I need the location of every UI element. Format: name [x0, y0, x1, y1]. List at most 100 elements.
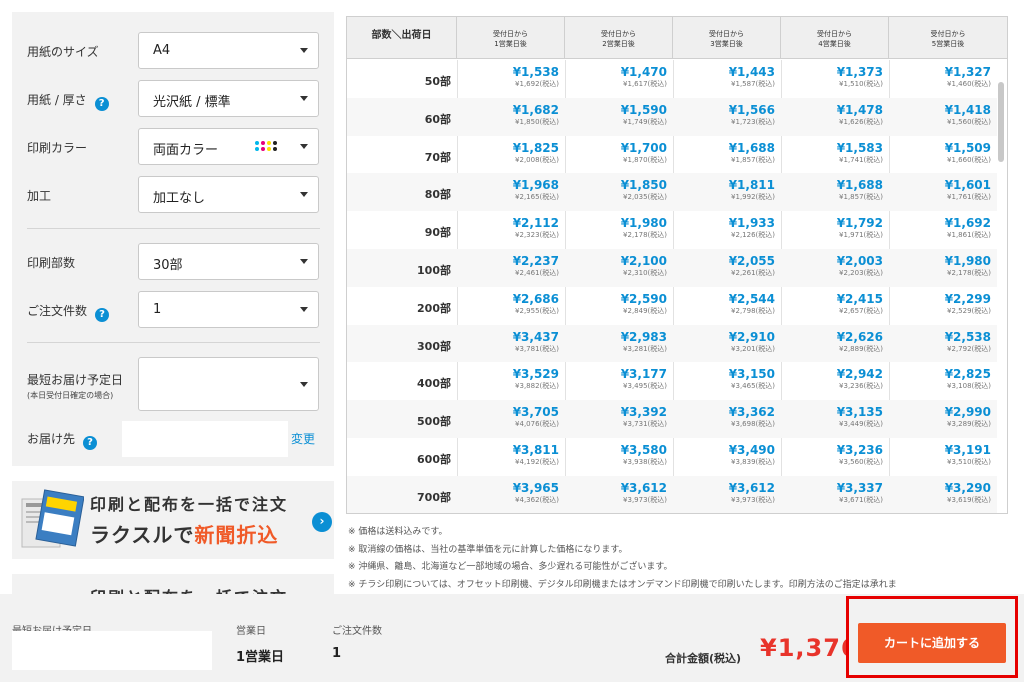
- price-value: ¥1,850: [620, 178, 667, 193]
- help-icon[interactable]: ?: [83, 436, 98, 450]
- print-color-select[interactable]: 両面カラー: [138, 128, 319, 165]
- price-cell[interactable]: ¥1,688 ¥1,857(税込): [781, 173, 889, 211]
- price-cell[interactable]: ¥3,705 ¥4,076(税込): [457, 400, 565, 438]
- price-cell[interactable]: ¥3,150 ¥3,465(税込): [673, 362, 781, 400]
- price-cell[interactable]: ¥2,825 ¥3,108(税込): [889, 362, 997, 400]
- price-cell[interactable]: ¥2,538 ¥2,792(税込): [889, 325, 997, 363]
- quantity-cell: 700部: [417, 490, 451, 504]
- price-tax-included: ¥3,289(税込): [947, 420, 991, 429]
- change-address-link[interactable]: 変更: [291, 430, 315, 447]
- price-cell[interactable]: ¥3,811 ¥4,192(税込): [457, 438, 565, 476]
- order-count-select[interactable]: 1: [138, 291, 319, 328]
- price-cell[interactable]: ¥2,590 ¥2,849(税込): [565, 287, 673, 325]
- banner-subtitle-prefix: ラクスルで: [90, 523, 195, 547]
- processing-select[interactable]: 加工なし: [138, 176, 319, 213]
- price-cell[interactable]: ¥2,112 ¥2,323(税込): [457, 211, 565, 249]
- price-cell[interactable]: ¥3,490 ¥3,839(税込): [673, 438, 781, 476]
- price-cell[interactable]: ¥2,990 ¥3,289(税込): [889, 400, 997, 438]
- earliest-delivery-select[interactable]: [138, 357, 319, 411]
- price-cell[interactable]: ¥3,612 ¥3,973(税込): [673, 476, 781, 513]
- price-cell[interactable]: ¥1,418 ¥1,560(税込): [889, 98, 997, 136]
- price-cell[interactable]: ¥3,191 ¥3,510(税込): [889, 438, 997, 476]
- price-cell[interactable]: ¥1,792 ¥1,971(税込): [781, 211, 889, 249]
- price-cell[interactable]: ¥2,910 ¥3,201(税込): [673, 325, 781, 363]
- price-cell[interactable]: ¥2,942 ¥3,236(税込): [781, 362, 889, 400]
- paper-type-label-text: 用紙 / 厚さ: [27, 93, 87, 107]
- table-row: 70部 ¥1,825 ¥2,008(税込) ¥1,700 ¥1,870(税込) ¥1,68…: [347, 136, 997, 174]
- price-cell[interactable]: ¥1,682 ¥1,850(税込): [457, 98, 565, 136]
- table-scrollbar[interactable]: [998, 82, 1004, 162]
- price-cell[interactable]: ¥1,470 ¥1,617(税込): [565, 60, 673, 98]
- price-tax-included: ¥2,261(税込): [731, 268, 775, 277]
- price-cell[interactable]: ¥2,299 ¥2,529(税込): [889, 287, 997, 325]
- copies-select[interactable]: 30部: [138, 243, 319, 280]
- price-cell[interactable]: ¥2,686 ¥2,955(税込): [457, 287, 565, 325]
- price-cell[interactable]: ¥2,003 ¥2,203(税込): [781, 249, 889, 287]
- price-cell[interactable]: ¥2,626 ¥2,889(税込): [781, 325, 889, 363]
- help-icon[interactable]: ?: [95, 308, 110, 322]
- price-cell[interactable]: ¥3,580 ¥3,938(税込): [565, 438, 673, 476]
- price-cell[interactable]: ¥2,100 ¥2,310(税込): [565, 249, 673, 287]
- price-cell[interactable]: ¥1,933 ¥2,126(税込): [673, 211, 781, 249]
- price-cell[interactable]: ¥3,362 ¥3,698(税込): [673, 400, 781, 438]
- price-tax-included: ¥3,201(税込): [731, 344, 775, 353]
- price-cell[interactable]: ¥1,700 ¥1,870(税込): [565, 136, 673, 174]
- price-value: ¥1,980: [944, 253, 991, 268]
- paper-type-value: 光沢紙 / 標準: [153, 95, 231, 110]
- price-cell[interactable]: ¥1,980 ¥2,178(税込): [565, 211, 673, 249]
- price-cell[interactable]: ¥3,290 ¥3,619(税込): [889, 476, 997, 513]
- price-cell[interactable]: ¥1,601 ¥1,761(税込): [889, 173, 997, 211]
- earliest-delivery-sublabel: (本日受付日確定の場合): [27, 391, 114, 400]
- price-tax-included: ¥3,731(税込): [623, 420, 667, 429]
- price-tax-included: ¥4,362(税込): [515, 495, 559, 504]
- price-cell[interactable]: ¥1,583 ¥1,741(税込): [781, 136, 889, 174]
- paper-type-select[interactable]: 光沢紙 / 標準: [138, 80, 319, 117]
- price-value: ¥2,686: [512, 291, 559, 306]
- add-to-cart-button[interactable]: カートに追加する: [858, 623, 1006, 663]
- paper-size-select[interactable]: A4: [138, 32, 319, 69]
- price-cell[interactable]: ¥1,327 ¥1,460(税込): [889, 60, 997, 98]
- price-cell[interactable]: ¥3,337 ¥3,671(税込): [781, 476, 889, 513]
- column-header: 受付日から 4営業日後: [781, 17, 889, 59]
- price-cell[interactable]: ¥1,478 ¥1,626(税込): [781, 98, 889, 136]
- price-cell[interactable]: ¥1,443 ¥1,587(税込): [673, 60, 781, 98]
- price-cell[interactable]: ¥3,177 ¥3,495(税込): [565, 362, 673, 400]
- price-cell[interactable]: ¥3,236 ¥3,560(税込): [781, 438, 889, 476]
- price-cell[interactable]: ¥1,980 ¥2,178(税込): [889, 249, 997, 287]
- processing-value: 加工なし: [153, 191, 206, 206]
- price-cell[interactable]: ¥1,509 ¥1,660(税込): [889, 136, 997, 174]
- price-cell[interactable]: ¥3,965 ¥4,362(税込): [457, 476, 565, 513]
- price-tax-included: ¥2,798(税込): [731, 306, 775, 315]
- column-header-line1: 受付日から: [493, 30, 528, 38]
- price-cell[interactable]: ¥2,415 ¥2,657(税込): [781, 287, 889, 325]
- price-cell[interactable]: ¥3,612 ¥3,973(税込): [565, 476, 673, 513]
- price-cell[interactable]: ¥1,692 ¥1,861(税込): [889, 211, 997, 249]
- price-tax-included: ¥1,861(税込): [947, 231, 991, 240]
- price-cell[interactable]: ¥3,135 ¥3,449(税込): [781, 400, 889, 438]
- quantity-cell: 50部: [424, 75, 451, 88]
- chevron-down-icon: [300, 96, 308, 101]
- price-value: ¥1,792: [836, 216, 883, 231]
- price-cell[interactable]: ¥1,968 ¥2,165(税込): [457, 173, 565, 211]
- price-cell[interactable]: ¥3,529 ¥3,882(税込): [457, 362, 565, 400]
- price-cell[interactable]: ¥1,566 ¥1,723(税込): [673, 98, 781, 136]
- price-cell[interactable]: ¥1,590 ¥1,749(税込): [565, 98, 673, 136]
- note-line: ※ 取消線の価格は、当社の基準単価を元に計算した価格になります。: [348, 544, 628, 555]
- price-tax-included: ¥1,587(税込): [731, 80, 775, 88]
- price-cell[interactable]: ¥1,825 ¥2,008(税込): [457, 136, 565, 174]
- price-cell[interactable]: ¥3,392 ¥3,731(税込): [565, 400, 673, 438]
- chevron-right-icon[interactable]: ›: [312, 512, 332, 532]
- price-cell[interactable]: ¥1,538 ¥1,692(税込): [457, 60, 565, 98]
- price-cell[interactable]: ¥1,811 ¥1,992(税込): [673, 173, 781, 211]
- price-cell[interactable]: ¥2,544 ¥2,798(税込): [673, 287, 781, 325]
- price-cell[interactable]: ¥2,983 ¥3,281(税込): [565, 325, 673, 363]
- newspaper-insert-banner[interactable]: 印刷と配布を一括で注文 ラクスルで新聞折込 ›: [12, 481, 334, 559]
- price-cell[interactable]: ¥3,437 ¥3,781(税込): [457, 325, 565, 363]
- order-options-panel: 用紙のサイズ A4 用紙 / 厚さ? 光沢紙 / 標準 印刷カラー 両面カラー: [12, 12, 334, 466]
- price-cell[interactable]: ¥2,237 ¥2,461(税込): [457, 249, 565, 287]
- price-cell[interactable]: ¥1,373 ¥1,510(税込): [781, 60, 889, 98]
- help-icon[interactable]: ?: [94, 97, 109, 111]
- price-cell[interactable]: ¥2,055 ¥2,261(税込): [673, 249, 781, 287]
- price-cell[interactable]: ¥1,850 ¥2,035(税込): [565, 173, 673, 211]
- price-cell[interactable]: ¥1,688 ¥1,857(税込): [673, 136, 781, 174]
